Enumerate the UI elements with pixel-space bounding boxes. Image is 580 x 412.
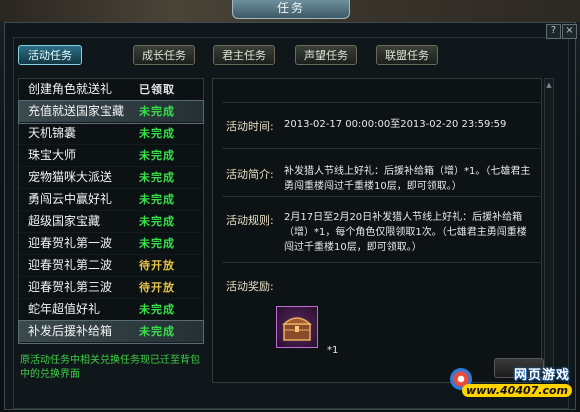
task-status: 未完成 (139, 215, 175, 228)
time-value: 2013-02-17 00:00:00至2013-02-20 23:59:59 (284, 119, 507, 130)
task-item[interactable]: 勇闯云中赢好礼 未完成 (19, 189, 203, 211)
task-item[interactable]: 创建角色就送礼 已领取 (19, 79, 203, 101)
reward-count: *1 (327, 345, 339, 356)
divider (222, 196, 542, 197)
time-label: 活动时间: (226, 120, 274, 133)
task-status: 未完成 (139, 127, 175, 140)
task-item-selected[interactable]: 补发后援补给箱 未完成 (18, 320, 204, 344)
task-item[interactable]: 迎春贺礼第三波 待开放 (19, 277, 203, 299)
tab-activity[interactable]: 活动任务 (18, 45, 82, 65)
rules-value: 2月17日至2月20日补发猎人节线上好礼：后援补给箱（增）*1，每个角色仅限领取… (284, 212, 527, 253)
intro-value: 补发猎人节线上好礼：后援补给箱（增）*1。（七雄君主勇闯重楼闯过千重楼10层，即… (284, 166, 531, 192)
rules-label: 活动规则: (226, 214, 274, 227)
divider (222, 262, 542, 263)
window-title: 任务 (232, 0, 350, 19)
treasure-chest-icon (282, 317, 312, 341)
task-status: 未完成 (139, 325, 175, 338)
reward-label: 活动奖励: (226, 280, 274, 293)
divider (222, 148, 542, 149)
tab-growth[interactable]: 成长任务 (133, 45, 195, 65)
task-item[interactable]: 天机锦囊 未完成 (19, 123, 203, 145)
task-item[interactable]: 迎春贺礼第一波 未完成 (19, 233, 203, 255)
list-note: 原活动任务中相关兑换任务现已迁至背包中的兑换界面 (20, 355, 200, 380)
tab-prestige[interactable]: 声望任务 (295, 45, 357, 65)
help-button[interactable]: ? (546, 24, 561, 39)
tab-alliance[interactable]: 联盟任务 (376, 45, 438, 65)
task-item[interactable]: 迎春贺礼第二波 待开放 (19, 255, 203, 277)
task-status: 已领取 (139, 83, 175, 96)
divider (222, 102, 542, 103)
task-status: 未完成 (139, 237, 175, 250)
scroll-up-icon[interactable]: ▲ (545, 81, 553, 90)
close-button[interactable]: × (562, 24, 577, 39)
task-status: 未完成 (139, 171, 175, 184)
watermark-top: 网页游戏 (513, 368, 570, 383)
site-watermark: 网页游戏 www.40407.com (446, 364, 576, 408)
task-window: 任务 ? × 活动任务 成长任务 君主任务 声望任务 联盟任务 创建角色就送礼已… (0, 0, 580, 412)
tab-lord[interactable]: 君主任务 (213, 45, 275, 65)
task-status: 未完成 (139, 193, 175, 206)
task-status: 待开放 (139, 259, 175, 272)
task-item[interactable]: 充值就送国家宝藏 未完成 (18, 100, 204, 124)
task-status: 待开放 (139, 281, 175, 294)
task-item[interactable]: 超级国家宝藏 未完成 (19, 211, 203, 233)
task-status: 未完成 (139, 149, 175, 162)
reward-slot[interactable] (276, 306, 318, 348)
task-item[interactable]: 蛇年超值好礼 未完成 (19, 299, 203, 321)
detail-scrollbar[interactable]: ▲ ▼ (544, 78, 554, 383)
task-status: 未完成 (139, 105, 175, 118)
task-list: 创建角色就送礼 已领取 充值就送国家宝藏 未完成 天机锦囊 未完成 珠宝大师 未完成 宠… (18, 78, 204, 344)
task-item[interactable]: 宠物猫咪大派送 未完成 (19, 167, 203, 189)
intro-label: 活动简介: (226, 168, 274, 181)
watermark-url: www.40407.com (462, 384, 572, 397)
task-item[interactable]: 珠宝大师 未完成 (19, 145, 203, 167)
task-status: 未完成 (139, 303, 175, 316)
